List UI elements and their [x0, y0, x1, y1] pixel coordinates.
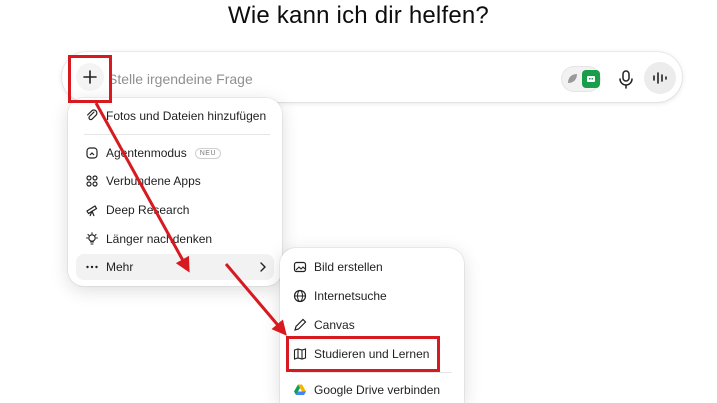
pencil-icon: [292, 317, 308, 333]
menu-item-agent-mode[interactable]: Agentenmodus NEU: [84, 141, 222, 165]
prompt-input[interactable]: [108, 68, 528, 90]
submenu-item-web-search[interactable]: Internetsuche: [292, 284, 387, 308]
globe-icon: [292, 288, 308, 304]
submenu-item-canvas[interactable]: Canvas: [292, 313, 355, 337]
menu-item-add-files[interactable]: Fotos und Dateien hinzufügen: [84, 104, 266, 128]
lightbulb-icon: [84, 231, 100, 247]
voice-mode-button[interactable]: [644, 62, 676, 94]
microphone-icon: [619, 70, 633, 89]
chevron-right-icon: [260, 262, 266, 272]
page-title: Wie kann ich dir helfen?: [228, 2, 489, 29]
menu-item-connected-apps[interactable]: Verbundene Apps: [84, 169, 201, 193]
menu-divider: [84, 134, 270, 135]
submenu-divider: [292, 372, 452, 373]
menu-item-label: Deep Research: [106, 203, 190, 217]
telescope-icon: [84, 202, 100, 218]
highlight-box-plus: [68, 55, 112, 103]
menu-item-label: Mehr: [106, 260, 134, 274]
apps-icon: [84, 173, 100, 189]
submenu-item-create-image[interactable]: Bild erstellen: [292, 255, 383, 279]
paperclip-icon: [84, 108, 100, 124]
more-icon: [84, 259, 100, 275]
google-drive-icon: [292, 382, 308, 398]
extension-badge-icon: [582, 70, 600, 88]
menu-item-think-longer[interactable]: Länger nachdenken: [84, 227, 212, 251]
menu-item-deep-research[interactable]: Deep Research: [84, 198, 189, 222]
microphone-button[interactable]: [615, 68, 637, 90]
submenu-item-label: Internetsuche: [314, 289, 387, 303]
waveform-icon: [653, 72, 667, 84]
submenu-item-label: Bild erstellen: [314, 260, 383, 274]
menu-item-label: Fotos und Dateien hinzufügen: [106, 109, 267, 123]
agent-icon: [84, 145, 100, 161]
submenu-item-label: Canvas: [314, 318, 355, 332]
new-badge: NEU: [194, 147, 222, 159]
submenu-item-label: Google Drive verbinden: [314, 383, 441, 397]
menu-item-more-content[interactable]: Mehr: [84, 255, 133, 279]
leaf-icon: [568, 74, 577, 83]
image-icon: [292, 259, 308, 275]
menu-item-label: Länger nachdenken: [106, 232, 213, 246]
menu-item-label: Agentenmodus: [106, 146, 187, 160]
submenu-item-google-drive[interactable]: Google Drive verbinden: [292, 378, 440, 402]
menu-item-label: Verbundene Apps: [106, 174, 201, 188]
highlight-box-study: [286, 336, 440, 372]
